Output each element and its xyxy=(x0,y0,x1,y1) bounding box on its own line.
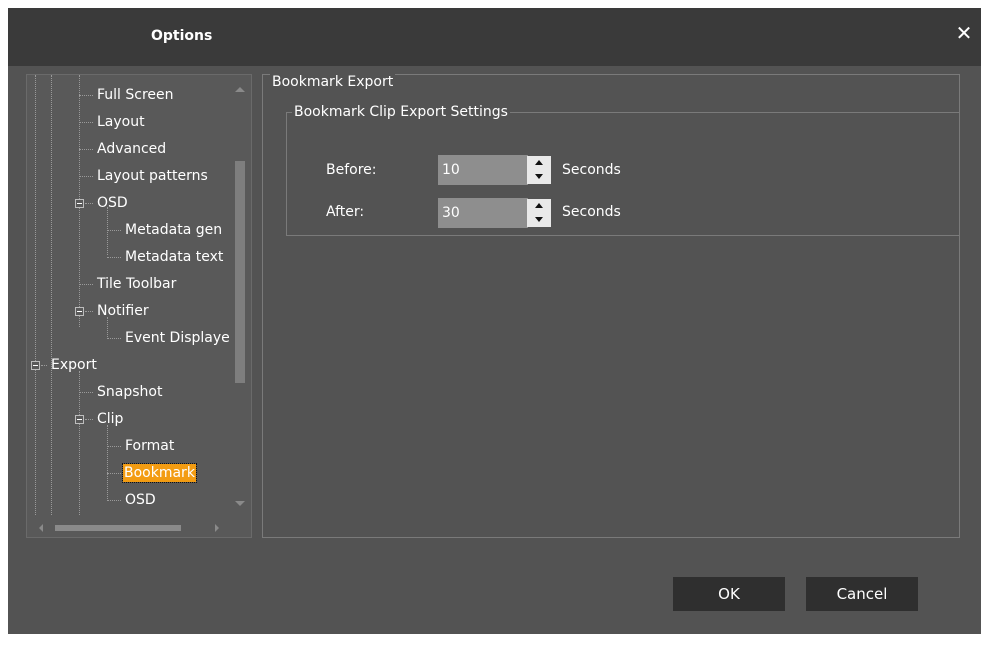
scroll-thumb[interactable] xyxy=(55,525,181,531)
tree-connector xyxy=(107,230,121,231)
tree-connector xyxy=(79,95,93,96)
tree-guide-line xyxy=(107,317,108,337)
tree-guide-line xyxy=(35,75,36,515)
tree-item-metadata-gen[interactable]: Metadata gen xyxy=(125,221,222,239)
tree-connector xyxy=(41,365,47,366)
increment-icon[interactable] xyxy=(527,199,551,213)
tree-item-full-screen[interactable]: Full Screen xyxy=(97,86,174,104)
scroll-left-icon[interactable] xyxy=(39,524,43,532)
after-label: After: xyxy=(326,204,365,220)
tree-guide-line xyxy=(107,425,108,499)
tree-connector xyxy=(79,122,93,123)
tree-item-advanced[interactable]: Advanced xyxy=(97,140,166,158)
tree-item-clip[interactable]: Clip xyxy=(97,410,123,428)
tree-item-snapshot[interactable]: Snapshot xyxy=(97,383,162,401)
tree-item-layout[interactable]: Layout xyxy=(97,113,145,131)
tree-item-metadata-text[interactable]: Metadata text xyxy=(125,248,223,266)
tree-connector xyxy=(85,203,93,204)
tree-horizontal-scrollbar[interactable] xyxy=(29,519,229,537)
after-unit: Seconds xyxy=(562,204,621,220)
close-icon[interactable]: ✕ xyxy=(953,22,975,44)
scroll-right-icon[interactable] xyxy=(215,524,219,532)
scroll-thumb[interactable] xyxy=(235,161,245,383)
tree-vertical-scrollbar[interactable] xyxy=(231,77,249,515)
decrement-icon[interactable] xyxy=(527,213,551,227)
tree-connector xyxy=(79,392,93,393)
before-spinner[interactable] xyxy=(527,155,551,185)
decrement-icon[interactable] xyxy=(527,170,551,184)
tree-item-bookmark[interactable]: Bookmark xyxy=(122,463,197,483)
tree-item-export[interactable]: Export xyxy=(51,356,97,374)
after-seconds-input[interactable] xyxy=(438,198,528,228)
tree-item-event-display[interactable]: Event Displaye xyxy=(125,329,230,347)
tree-connector xyxy=(85,419,93,420)
tree-connector xyxy=(107,446,121,447)
collapse-icon[interactable] xyxy=(75,199,84,208)
tree-guide-line xyxy=(51,75,52,515)
collapse-icon[interactable] xyxy=(75,415,84,424)
tree-connector xyxy=(107,500,121,501)
tree-item-notifier[interactable]: Notifier xyxy=(97,302,149,320)
bookmark-clip-settings-group xyxy=(286,112,960,236)
dialog-title: Options xyxy=(151,28,213,44)
after-spinner[interactable] xyxy=(527,198,551,228)
scroll-up-icon[interactable] xyxy=(235,87,245,92)
before-label: Before: xyxy=(326,162,377,178)
collapse-icon[interactable] xyxy=(31,361,40,370)
tree-item-osd[interactable]: OSD xyxy=(97,194,128,212)
bookmark-clip-settings-label: Bookmark Clip Export Settings xyxy=(292,104,510,120)
bookmark-export-group-label: Bookmark Export xyxy=(270,74,396,90)
ok-button[interactable]: OK xyxy=(673,577,785,611)
tree-connector xyxy=(107,257,121,258)
tree-connector xyxy=(79,284,93,285)
tree-connector xyxy=(79,149,93,150)
cancel-button[interactable]: Cancel xyxy=(806,577,918,611)
tree-connector xyxy=(107,338,121,339)
tree-item-layout-patterns[interactable]: Layout patterns xyxy=(97,167,208,185)
collapse-icon[interactable] xyxy=(75,307,84,316)
before-unit: Seconds xyxy=(562,162,621,178)
tree-item-tile-toolbar[interactable]: Tile Toolbar xyxy=(97,275,176,293)
increment-icon[interactable] xyxy=(527,156,551,170)
tree-connector xyxy=(79,176,93,177)
tree-item-clip-osd[interactable]: OSD xyxy=(125,491,156,509)
before-seconds-input[interactable] xyxy=(438,155,528,185)
title-bar: Options ✕ xyxy=(8,8,981,66)
tree-item-format[interactable]: Format xyxy=(125,437,174,455)
tree-connector xyxy=(107,473,121,474)
scroll-down-icon[interactable] xyxy=(235,501,245,506)
options-tree[interactable]: Full Screen Layout Advanced Layout patte… xyxy=(26,74,252,538)
tree-guide-line xyxy=(107,207,108,255)
tree-connector xyxy=(85,311,93,312)
